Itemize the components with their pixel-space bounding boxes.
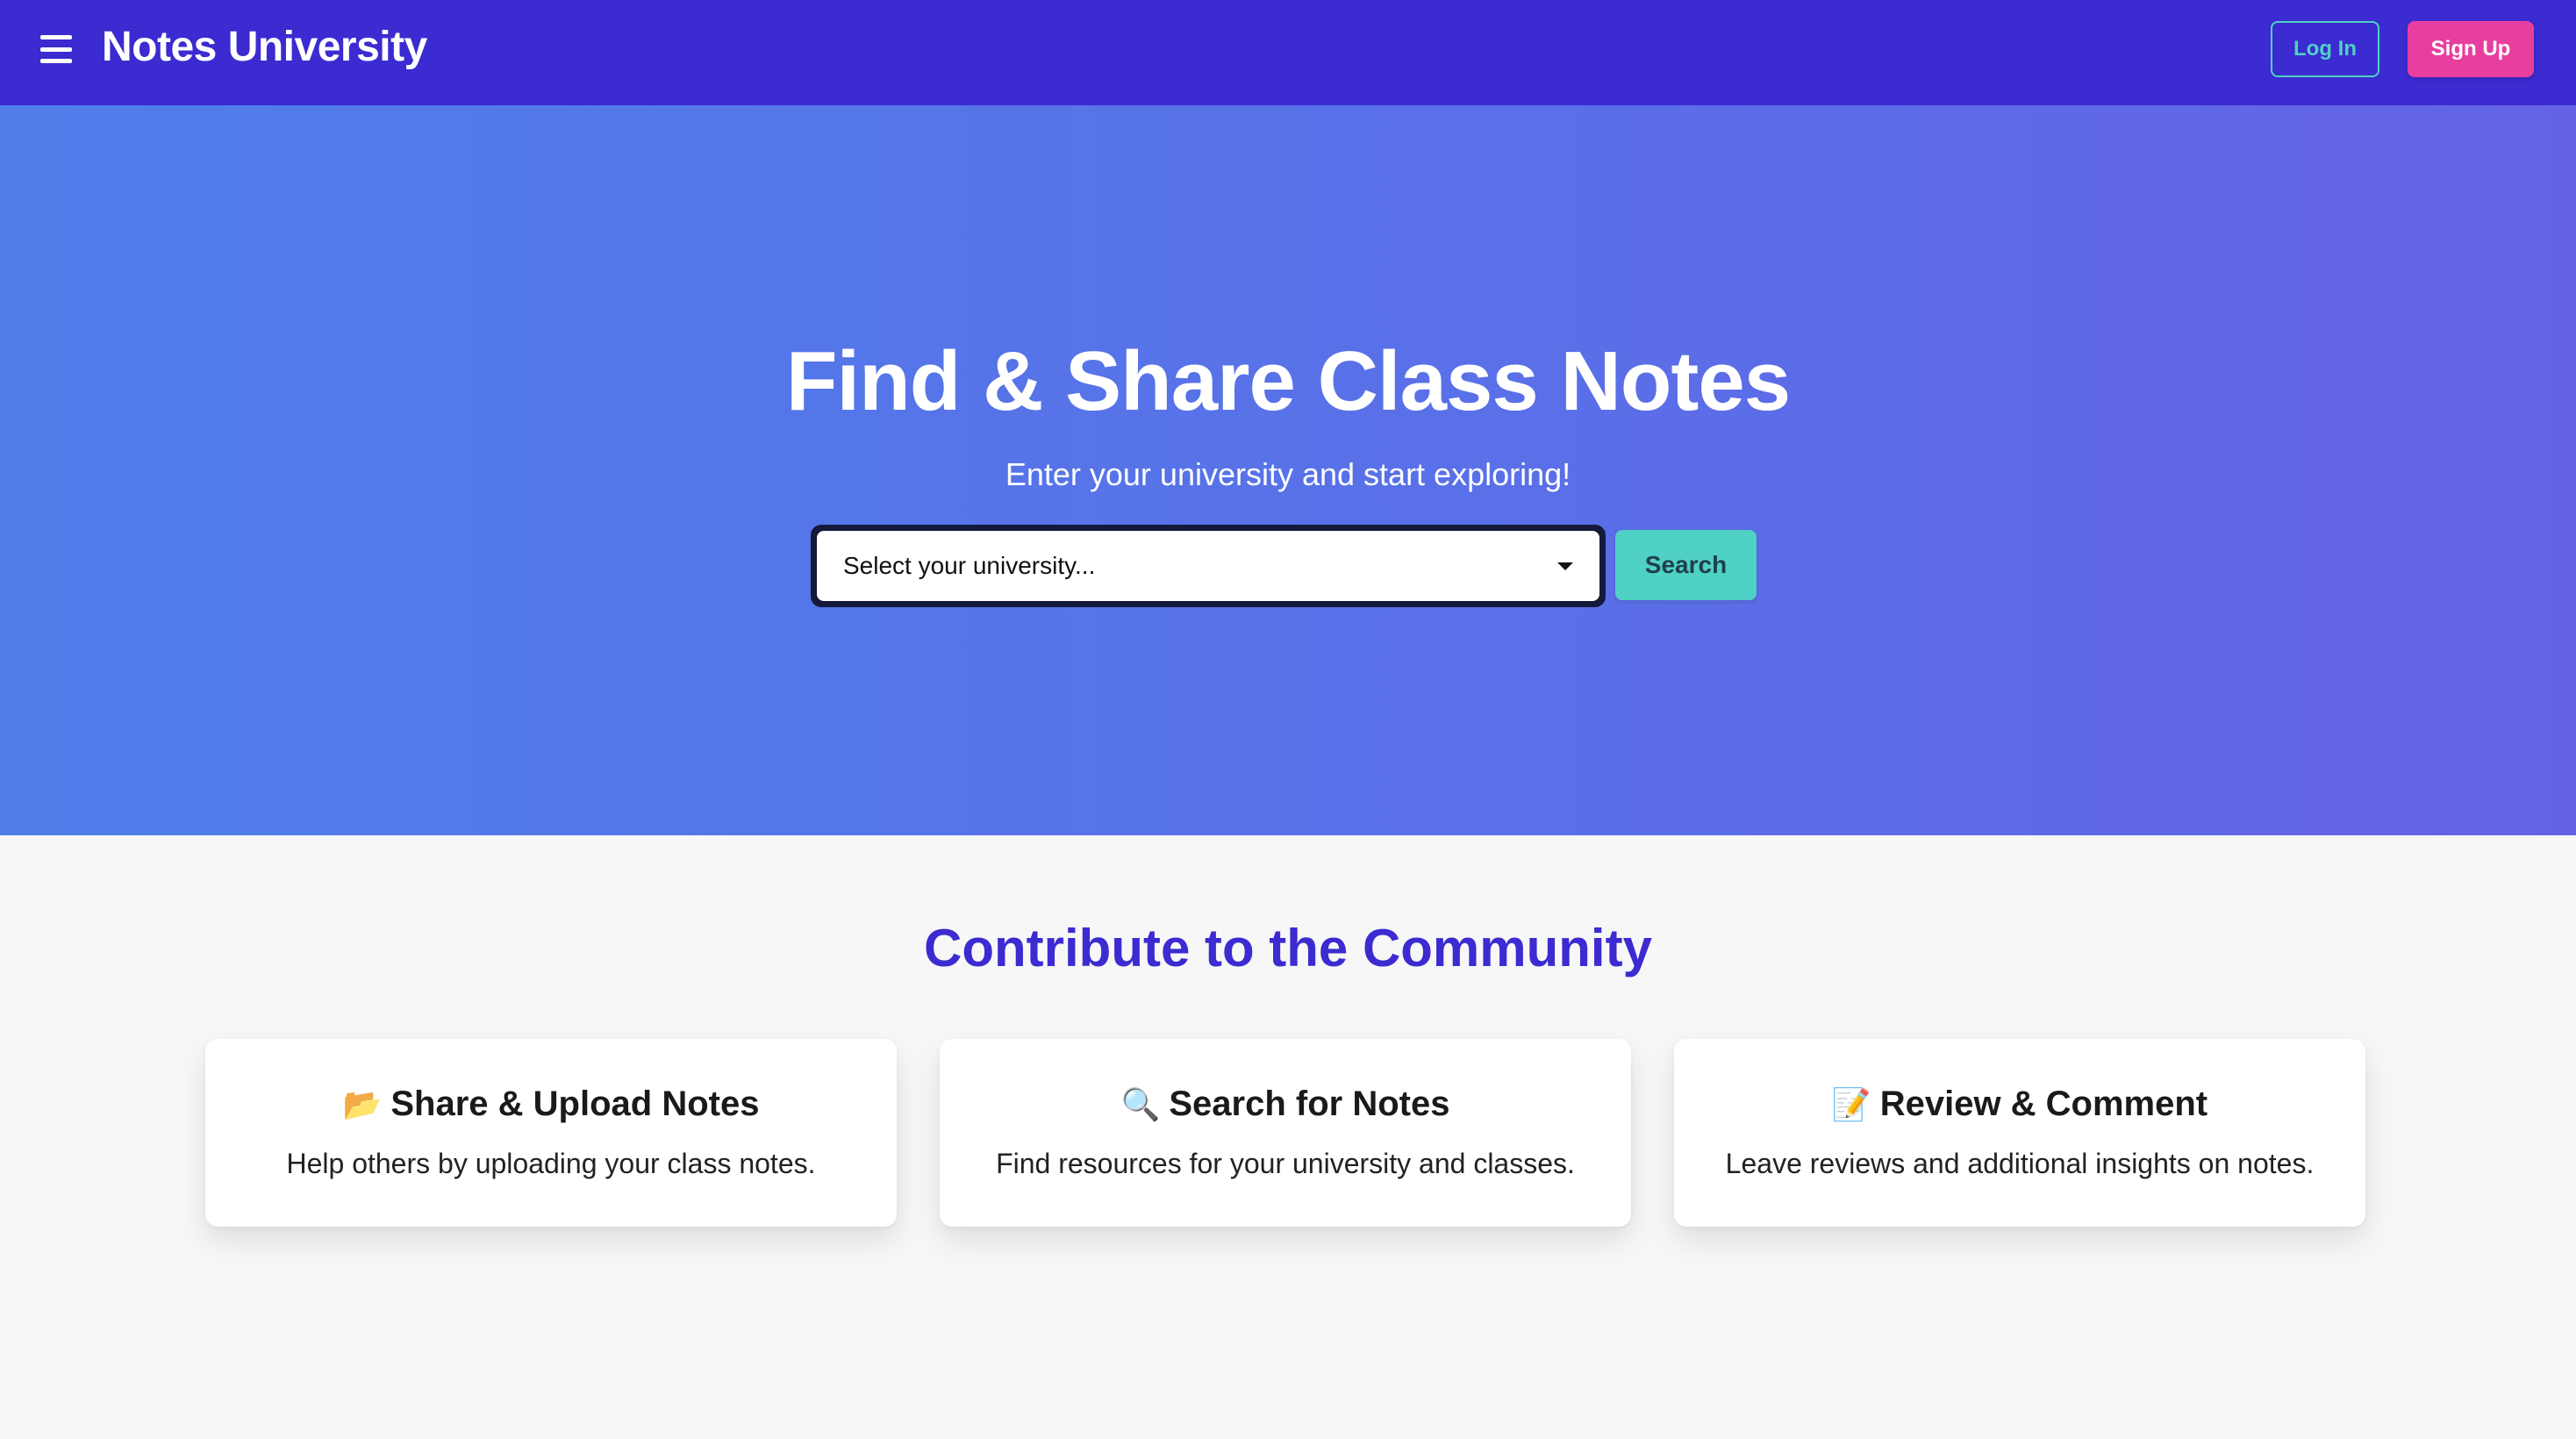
- university-select[interactable]: Select your university...: [811, 525, 1606, 607]
- feature-card-share: 📂 Share & Upload Notes Help others by up…: [205, 1039, 897, 1227]
- folder-icon: 📂: [342, 1085, 383, 1122]
- login-button[interactable]: Log In: [2271, 21, 2379, 77]
- hero-title: Find & Share Class Notes: [785, 334, 1791, 428]
- top-navbar: Notes University Log In Sign Up: [0, 0, 2576, 105]
- search-button[interactable]: Search: [1615, 530, 1757, 600]
- signup-button[interactable]: Sign Up: [2408, 21, 2534, 77]
- hamburger-menu-icon[interactable]: [40, 35, 72, 63]
- feature-card-description: Find resources for your university and c…: [996, 1148, 1575, 1179]
- memo-icon: 📝: [1831, 1085, 1871, 1122]
- feature-card-heading: 📂 Share & Upload Notes: [205, 1085, 897, 1124]
- feature-card-title: Search for Notes: [1169, 1085, 1450, 1123]
- feature-card-heading: 📝 Review & Comment: [1674, 1085, 2365, 1124]
- magnifier-icon: 🔍: [1120, 1085, 1161, 1122]
- feature-card-description: Help others by uploading your class note…: [286, 1148, 816, 1179]
- site-brand[interactable]: Notes University: [102, 23, 427, 71]
- hero-subtitle: Enter your university and start explorin…: [1005, 456, 1571, 492]
- feature-card-search: 🔍 Search for Notes Find resources for yo…: [940, 1039, 1631, 1227]
- university-select-box[interactable]: Select your university...: [817, 531, 1599, 601]
- hero-section: Find & Share Class Notes Enter your univ…: [0, 105, 2576, 835]
- feature-card-title: Share & Upload Notes: [390, 1085, 760, 1123]
- feature-card-heading: 🔍 Search for Notes: [940, 1085, 1631, 1124]
- feature-card-description: Leave reviews and additional insights on…: [1725, 1148, 2315, 1179]
- university-select-placeholder: Select your university...: [843, 552, 1096, 579]
- community-section-title: Contribute to the Community: [924, 919, 1652, 977]
- feature-card-review: 📝 Review & Comment Leave reviews and add…: [1674, 1039, 2365, 1227]
- caret-down-icon: [1557, 562, 1573, 570]
- feature-card-title: Review & Comment: [1879, 1085, 2208, 1123]
